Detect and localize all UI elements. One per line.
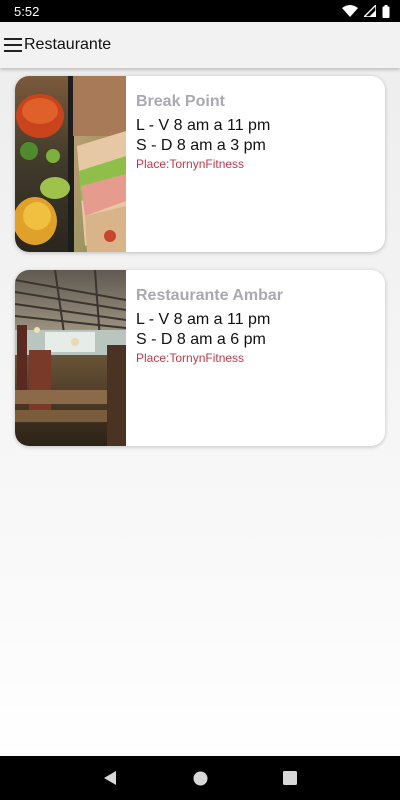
hours-weekend: S - D 8 am a 6 pm xyxy=(136,331,266,348)
restaurant-card-ambar[interactable]: Restaurante Ambar L - V 8 am a 11 pm S -… xyxy=(15,270,385,446)
restaurant-card-break-point[interactable]: Break Point L - V 8 am a 11 pm S - D 8 a… xyxy=(15,76,385,252)
home-icon[interactable] xyxy=(185,763,215,793)
app-title: Restaurante xyxy=(24,36,112,53)
hours-weekend: S - D 8 am a 3 pm xyxy=(136,137,266,154)
wifi-icon xyxy=(342,5,358,17)
card-body: Break Point L - V 8 am a 11 pm S - D 8 a… xyxy=(126,76,280,252)
back-icon[interactable] xyxy=(95,763,125,793)
card-body: Restaurante Ambar L - V 8 am a 11 pm S -… xyxy=(126,270,293,446)
hamburger-menu-icon[interactable] xyxy=(3,35,23,55)
food-photo xyxy=(15,76,126,252)
battery-icon xyxy=(382,4,390,18)
system-nav-bar xyxy=(0,756,400,800)
dining-hall-photo xyxy=(15,270,126,446)
hours-weekday: L - V 8 am a 11 pm xyxy=(136,117,271,134)
restaurant-name: Restaurante Ambar xyxy=(136,287,284,304)
hours-weekday: L - V 8 am a 11 pm xyxy=(136,311,271,328)
status-icons xyxy=(342,4,390,18)
restaurant-place: Place:TornynFitness xyxy=(136,157,245,171)
restaurant-place: Place:TornynFitness xyxy=(136,351,245,365)
status-bar: 5:52 xyxy=(0,0,400,22)
signal-icon xyxy=(364,5,376,17)
status-time: 5:52 xyxy=(14,3,40,19)
restaurant-name: Break Point xyxy=(136,93,225,110)
app-bar: Restaurante xyxy=(0,22,400,68)
recents-icon[interactable] xyxy=(275,763,305,793)
